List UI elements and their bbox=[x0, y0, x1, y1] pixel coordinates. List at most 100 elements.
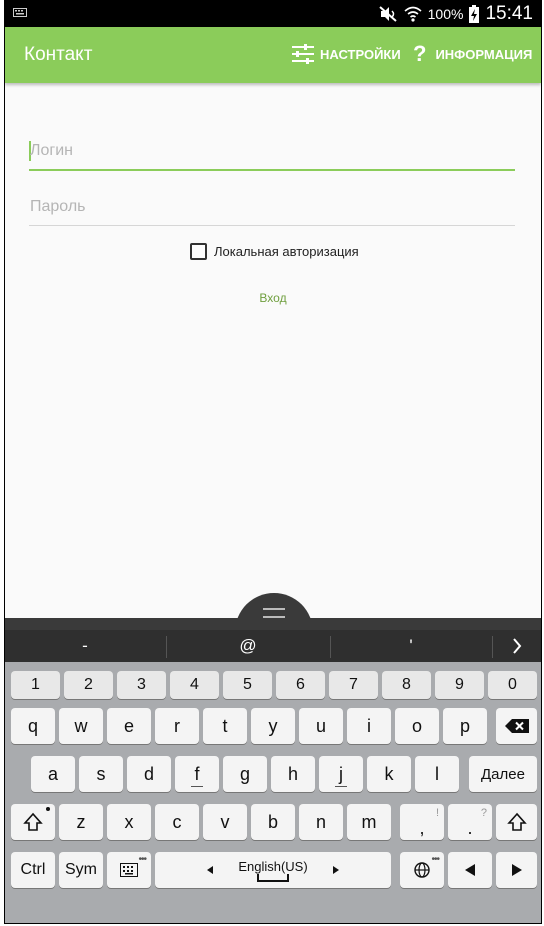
app-window: 100% 15:41 Контакт НАСТРОЙКИ ? ИНФОРМАЦИ… bbox=[4, 0, 542, 924]
ctrl-key[interactable]: Ctrl bbox=[11, 852, 55, 888]
letter-key[interactable]: a bbox=[31, 756, 75, 792]
letter-key[interactable]: h bbox=[271, 756, 315, 792]
backspace-key[interactable] bbox=[496, 708, 537, 744]
letter-key[interactable]: w bbox=[59, 708, 103, 744]
number-key[interactable]: 1 bbox=[11, 671, 60, 699]
settings-sliders-icon bbox=[292, 44, 314, 64]
letter-key[interactable]: j bbox=[319, 756, 363, 792]
more-dots-icon: ••• bbox=[431, 854, 439, 865]
local-auth-row[interactable]: Локальная авторизация bbox=[190, 243, 359, 260]
suggestion-apostrophe[interactable]: ' bbox=[331, 630, 491, 662]
cursor-left-key[interactable] bbox=[448, 852, 492, 888]
number-key-label: 0 bbox=[508, 676, 517, 693]
suggestion-dash[interactable]: - bbox=[5, 630, 165, 662]
letter-key[interactable]: f bbox=[175, 756, 219, 792]
shift-icon bbox=[23, 812, 43, 831]
mute-icon bbox=[378, 6, 397, 22]
letter-key-label: m bbox=[361, 811, 377, 832]
number-key[interactable]: 4 bbox=[170, 671, 219, 699]
keyboard-settings-key[interactable]: ••• bbox=[107, 852, 151, 888]
letter-key[interactable]: n bbox=[299, 804, 343, 840]
number-key[interactable]: 7 bbox=[329, 671, 378, 699]
letter-key-label: q bbox=[27, 715, 38, 736]
letter-key[interactable]: v bbox=[203, 804, 247, 840]
status-bar: 100% 15:41 bbox=[5, 1, 541, 27]
letter-key[interactable]: y bbox=[251, 708, 295, 744]
letter-key[interactable]: k bbox=[367, 756, 411, 792]
letter-key[interactable]: c bbox=[155, 804, 199, 840]
number-key-label: 8 bbox=[402, 676, 411, 693]
local-auth-checkbox[interactable] bbox=[190, 243, 207, 260]
suggestion-expand-button[interactable] bbox=[493, 630, 541, 662]
letter-key-label: f bbox=[194, 763, 200, 784]
space-key[interactable]: English(US) bbox=[155, 852, 391, 888]
letter-key-label: i bbox=[367, 715, 371, 736]
status-icons: 100% 15:41 bbox=[378, 3, 533, 25]
number-key-label: 5 bbox=[243, 676, 252, 693]
cursor-right-key[interactable] bbox=[496, 852, 537, 888]
backspace-icon bbox=[504, 719, 529, 733]
letter-key[interactable]: e bbox=[107, 708, 151, 744]
letter-key-label: l bbox=[435, 763, 439, 784]
number-key[interactable]: 0 bbox=[488, 671, 537, 699]
login-input[interactable]: Логин bbox=[29, 129, 515, 171]
help-icon: ? bbox=[413, 41, 427, 66]
home-key-marker bbox=[335, 786, 347, 787]
arrow-right-icon bbox=[333, 866, 339, 874]
letter-key[interactable]: t bbox=[203, 708, 247, 744]
letter-key[interactable]: u bbox=[299, 708, 343, 744]
letter-key[interactable]: q bbox=[11, 708, 55, 744]
number-key-label: 4 bbox=[190, 676, 199, 693]
login-button[interactable]: Вход bbox=[5, 291, 541, 305]
globe-key[interactable]: ••• bbox=[400, 852, 444, 888]
letter-key[interactable]: l bbox=[415, 756, 459, 792]
sym-key[interactable]: Sym bbox=[59, 852, 103, 888]
comma-key[interactable]: , ! bbox=[400, 804, 444, 840]
letter-key-label: g bbox=[239, 763, 250, 784]
number-key[interactable]: 8 bbox=[382, 671, 431, 699]
letter-key[interactable]: m bbox=[347, 804, 391, 840]
on-screen-keyboard: - @ ' 1 2 3 4 5 6 7 8 9 0 q w e r t y u i o p a s d f g h j k l Да… bbox=[5, 618, 541, 923]
wifi-icon bbox=[404, 6, 422, 22]
letter-key-label: v bbox=[220, 811, 230, 832]
space-language-label: English(US) bbox=[238, 858, 308, 874]
letter-key-label: c bbox=[172, 811, 182, 832]
letter-key-label: x bbox=[124, 811, 134, 832]
number-key-label: 3 bbox=[137, 676, 146, 693]
number-key-label: 6 bbox=[296, 676, 305, 693]
enter-key[interactable]: Далее bbox=[469, 756, 537, 792]
letter-key[interactable]: r bbox=[155, 708, 199, 744]
number-key[interactable]: 3 bbox=[117, 671, 166, 699]
clock: 15:41 bbox=[485, 3, 533, 24]
letter-key-label: d bbox=[143, 763, 154, 784]
letter-key[interactable]: p bbox=[443, 708, 487, 744]
letter-key[interactable]: d bbox=[127, 756, 171, 792]
number-key[interactable]: 9 bbox=[435, 671, 484, 699]
password-input[interactable]: Пароль bbox=[29, 185, 515, 226]
battery-charging-icon bbox=[469, 5, 480, 23]
letter-key[interactable]: z bbox=[59, 804, 103, 840]
shift-right-key[interactable] bbox=[496, 804, 537, 840]
arrow-left-icon bbox=[207, 866, 213, 874]
letter-key-label: y bbox=[268, 715, 278, 736]
period-char: . bbox=[467, 817, 473, 838]
suggestion-at[interactable]: @ bbox=[167, 630, 329, 662]
app-title: Контакт bbox=[24, 44, 93, 65]
letter-key[interactable]: o bbox=[395, 708, 439, 744]
letter-key-label: k bbox=[384, 763, 394, 784]
shift-key[interactable] bbox=[11, 804, 55, 840]
settings-button[interactable]: НАСТРОЙКИ bbox=[291, 42, 401, 66]
password-placeholder: Пароль bbox=[30, 198, 86, 215]
letter-key[interactable]: b bbox=[251, 804, 295, 840]
letter-key[interactable]: i bbox=[347, 708, 391, 744]
letter-key[interactable]: g bbox=[223, 756, 267, 792]
letter-key[interactable]: x bbox=[107, 804, 151, 840]
period-key[interactable]: . ? bbox=[448, 804, 492, 840]
letter-key-label: e bbox=[123, 715, 134, 736]
info-button[interactable]: ? ИНФОРМАЦИЯ bbox=[413, 41, 532, 66]
letter-key[interactable]: s bbox=[79, 756, 123, 792]
battery-percent: 100% bbox=[427, 6, 464, 22]
number-key[interactable]: 5 bbox=[223, 671, 272, 699]
number-key[interactable]: 2 bbox=[64, 671, 113, 699]
number-key[interactable]: 6 bbox=[276, 671, 325, 699]
